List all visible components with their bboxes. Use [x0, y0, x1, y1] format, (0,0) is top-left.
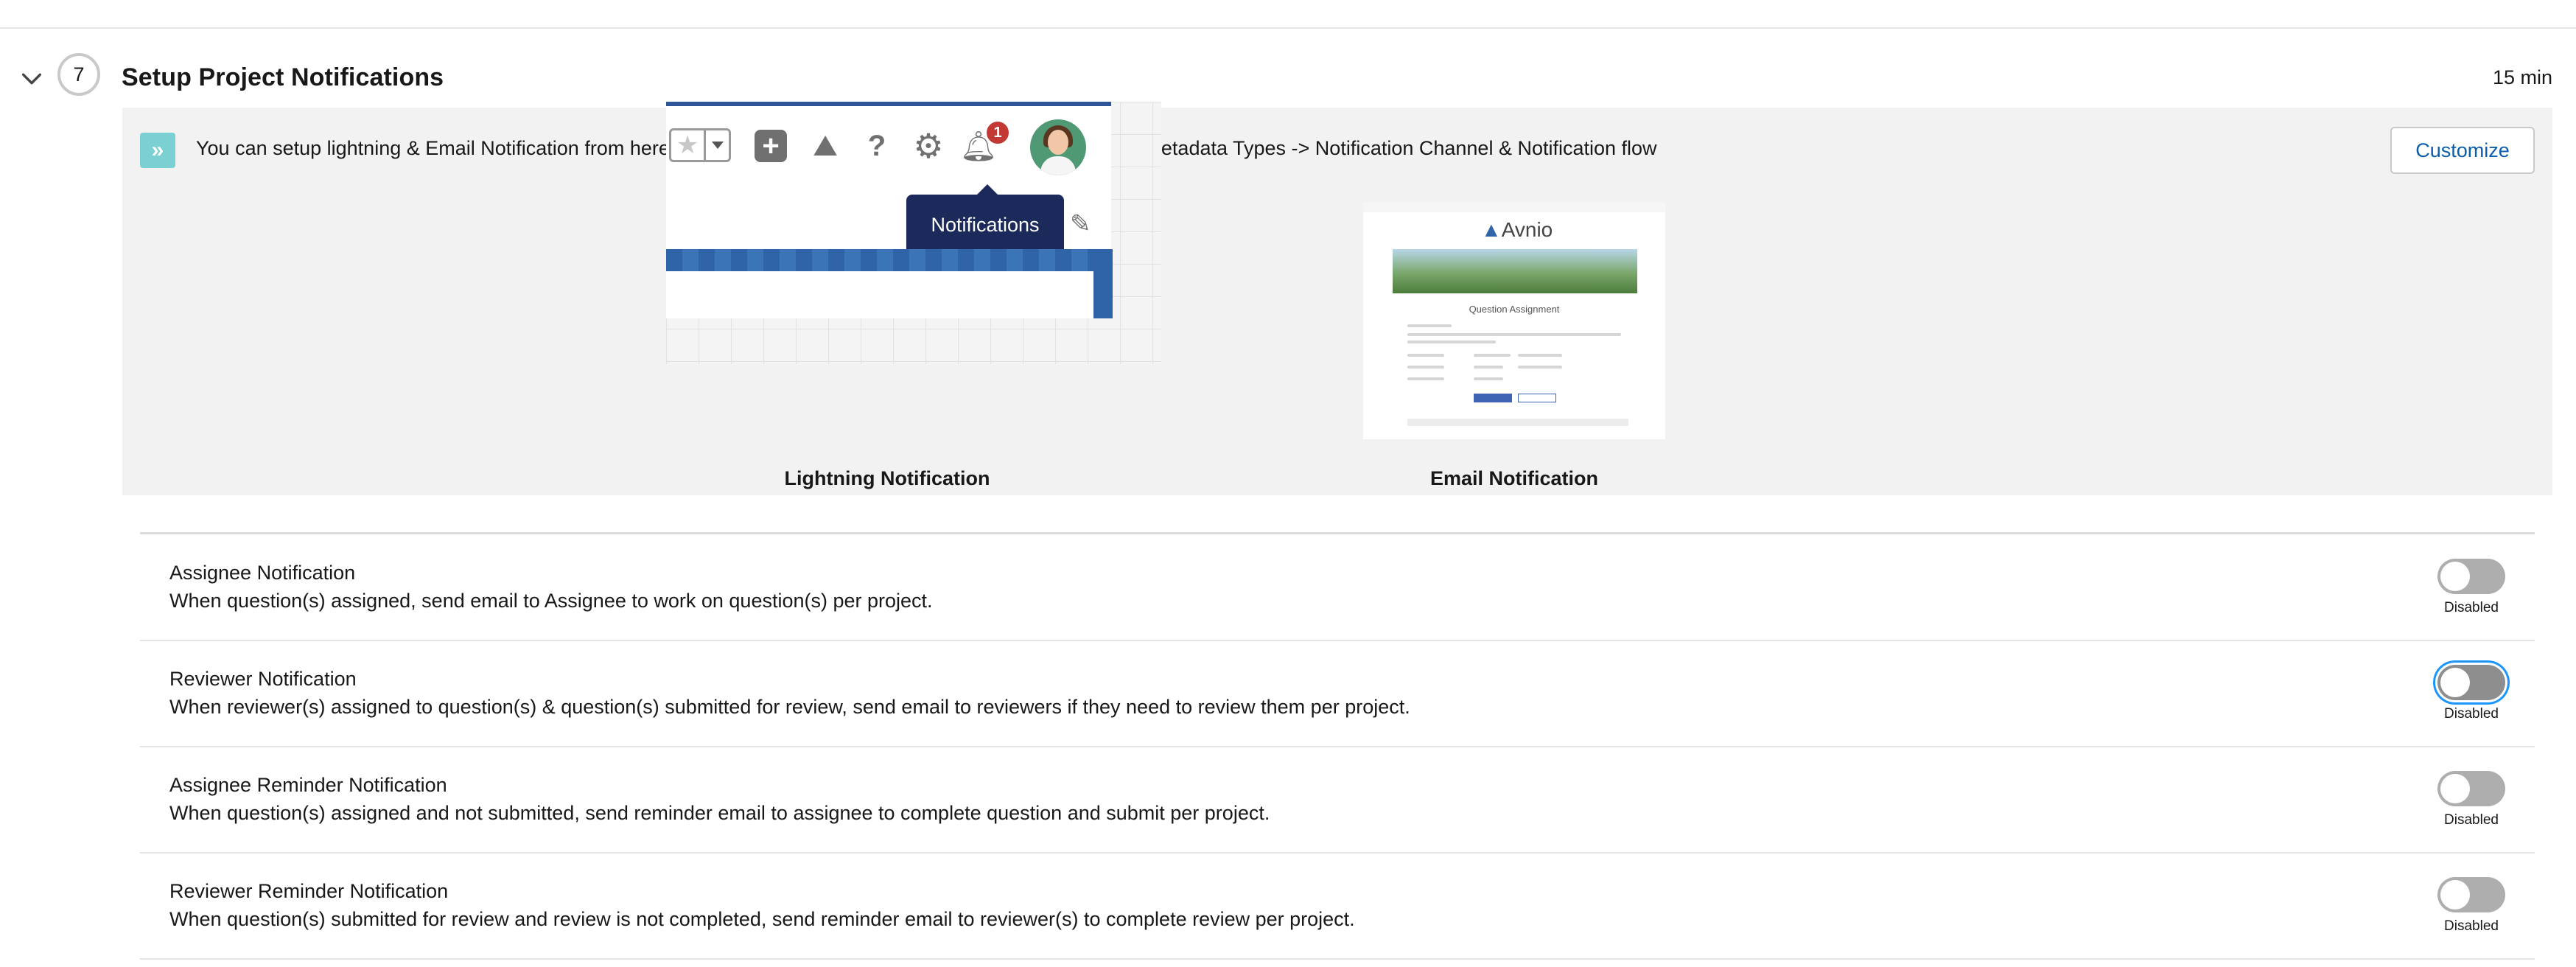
trailhead-icon: ⛰: [813, 129, 838, 162]
assignee-reminder-toggle[interactable]: [2437, 771, 2505, 806]
email-secondary-button-mock: [1518, 394, 1556, 402]
email-heading: Question Assignment: [1469, 304, 1560, 315]
notification-description: When question(s) assigned, send email to…: [169, 590, 933, 612]
email-table-mock: [1407, 419, 1628, 426]
lightning-caption: Lightning Notification: [784, 467, 990, 489]
assignee-notification-toggle[interactable]: [2437, 559, 2505, 594]
banner-strip: [666, 249, 1111, 271]
email-text-line: [1518, 354, 1562, 357]
toggle-wrap: Disabled: [2435, 559, 2508, 625]
info-panel: » You can setup lightning & Email Notifi…: [122, 102, 2552, 495]
email-text-line: [1407, 341, 1496, 343]
email-caption: Email Notification: [1429, 467, 1599, 489]
notification-title: Reviewer Notification: [169, 668, 357, 690]
email-notification-preview: ▲Avnio Question Assignment: [1363, 202, 1665, 439]
notification-title: Assignee Notification: [169, 562, 356, 584]
notification-row-assignee: Assignee Notification When question(s) a…: [140, 535, 2535, 641]
favorites-icon: ★: [669, 128, 731, 162]
notification-description: When question(s) submitted for review an…: [169, 908, 1355, 930]
lightning-notification-preview: ★ + ⛰ ? ⚙ 🔔︎ 1 Notifications ✎: [666, 102, 1161, 364]
toggle-wrap: Disabled: [2435, 665, 2508, 731]
notification-row-reviewer-reminder: Reviewer Reminder Notification When ques…: [140, 853, 2535, 960]
email-toolbar: [1363, 202, 1665, 212]
email-text-line: [1407, 366, 1444, 369]
double-chevron-right-icon: »: [140, 133, 175, 168]
avatar: [1030, 119, 1086, 175]
notification-description: When reviewer(s) assigned to question(s)…: [169, 696, 1410, 718]
toggle-status: Disabled: [2444, 706, 2499, 722]
gear-icon: ⚙: [913, 127, 944, 165]
toggle-wrap: Disabled: [2435, 877, 2508, 943]
notifications-tooltip: Notifications: [906, 184, 1064, 255]
notification-badge: 1: [984, 119, 1011, 146]
email-text-line: [1407, 333, 1621, 336]
reviewer-reminder-toggle[interactable]: [2437, 877, 2505, 912]
add-icon: +: [752, 127, 790, 165]
reviewer-notification-toggle[interactable]: [2437, 665, 2505, 700]
email-text-line: [1474, 366, 1503, 369]
email-primary-button-mock: [1474, 394, 1512, 402]
toggle-status: Disabled: [2444, 918, 2499, 934]
toggle-status: Disabled: [2444, 812, 2499, 828]
collapse-chevron-icon[interactable]: [19, 66, 44, 91]
email-text-line: [1407, 324, 1452, 327]
customize-button[interactable]: Customize: [2390, 127, 2535, 174]
notification-title: Assignee Reminder Notification: [169, 774, 447, 796]
email-text-line: [1518, 366, 1562, 369]
help-icon: ?: [867, 129, 886, 162]
email-text-line: [1474, 377, 1503, 380]
email-text-line: [1407, 354, 1444, 357]
list-divider: [140, 532, 2535, 534]
notification-title: Reviewer Reminder Notification: [169, 880, 449, 902]
pencil-icon: ✎: [1070, 210, 1091, 238]
step-title: Setup Project Notifications: [122, 63, 444, 91]
step-number: 7: [57, 53, 100, 96]
header-bar-mock: ★ + ⛰ ? ⚙ 🔔︎ 1 Notifications ✎: [666, 102, 1113, 318]
step-duration: 15 min: [2492, 66, 2552, 88]
email-banner-image: [1393, 249, 1637, 293]
avnio-logo: ▲Avnio: [1481, 218, 1553, 241]
notification-description: When question(s) assigned and not submit…: [169, 802, 1270, 824]
toggle-status: Disabled: [2444, 600, 2499, 615]
email-text-line: [1407, 377, 1444, 380]
side-tab: [1093, 249, 1113, 318]
toggle-wrap: Disabled: [2435, 771, 2508, 837]
top-divider: [0, 27, 2576, 29]
notification-row-assignee-reminder: Assignee Reminder Notification When ques…: [140, 747, 2535, 853]
notification-row-reviewer: Reviewer Notification When reviewer(s) a…: [140, 641, 2535, 747]
email-text-line: [1474, 354, 1511, 357]
